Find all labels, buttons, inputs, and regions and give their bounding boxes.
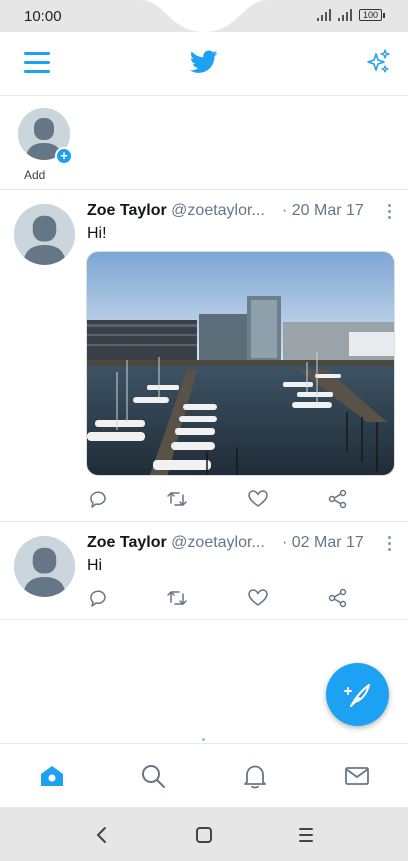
more-options-icon[interactable] [388,536,392,554]
sparkle-icon[interactable] [364,48,392,76]
status-bar: 10:00 100 [0,0,408,32]
phone-screen: 10:00 100 + Add Zoe Taylor @zoetaylor...… [0,0,408,861]
bottom-navigation [0,743,408,807]
reply-icon[interactable] [87,587,109,609]
add-fleet-plus-icon[interactable]: + [55,147,73,165]
page-indicator [202,738,205,741]
more-options-icon[interactable] [388,204,392,222]
system-navigation-bar [0,807,408,861]
battery-icon: 100 [358,9,386,21]
like-icon[interactable] [247,488,269,510]
tweet-actions [87,488,357,510]
reply-icon[interactable] [87,488,109,510]
status-icons: 100 [316,9,386,21]
tweet-header: Zoe Taylor @zoetaylor... · 20 Mar 17 [87,202,387,220]
tweet-header: Zoe Taylor @zoetaylor... · 02 Mar 17 [87,534,387,552]
tweet-author-name[interactable]: Zoe Taylor [87,202,167,219]
tweet-image[interactable] [86,251,395,476]
signal-icon [337,9,352,21]
tweet-actions [87,587,357,609]
tweet-date: · 20 Mar 17 [282,202,364,219]
back-icon[interactable] [90,823,114,847]
compose-tweet-button[interactable] [326,663,389,726]
tweet-text: Hi [87,557,103,574]
retweet-icon[interactable] [166,587,188,609]
signal-icon [316,9,331,21]
twitter-bird-icon [190,50,218,73]
tweet-author-handle: @zoetaylor... [171,534,265,551]
share-icon[interactable] [327,488,349,510]
default-avatar-icon [14,204,75,265]
app-header [0,32,408,96]
notifications-icon[interactable] [241,762,269,790]
fleets-row: + Add [0,96,408,190]
search-icon[interactable] [139,762,167,790]
avatar[interactable] [14,204,75,265]
harbor-photo [87,252,394,475]
compose-feather-icon [344,684,370,707]
tweet-item[interactable]: Zoe Taylor @zoetaylor... · 20 Mar 17 Hi! [0,190,408,522]
tweet-item[interactable]: Zoe Taylor @zoetaylor... · 02 Mar 17 Hi [0,522,408,620]
home-circle-icon[interactable] [192,823,216,847]
menu-icon[interactable] [294,823,318,847]
tweet-date: · 02 Mar 17 [282,534,364,551]
avatar[interactable] [14,536,75,597]
tweet-author-name[interactable]: Zoe Taylor [87,534,167,551]
retweet-icon[interactable] [166,488,188,510]
home-icon[interactable] [38,762,66,790]
tweet-text: Hi! [87,225,107,242]
share-icon[interactable] [327,587,349,609]
add-fleet-label: Add [24,168,46,182]
menu-hamburger-icon[interactable] [24,52,50,76]
messages-icon[interactable] [343,762,371,790]
tweet-author-handle: @zoetaylor... [171,202,265,219]
status-time: 10:00 [24,8,62,25]
like-icon[interactable] [247,587,269,609]
default-avatar-icon [14,536,75,597]
